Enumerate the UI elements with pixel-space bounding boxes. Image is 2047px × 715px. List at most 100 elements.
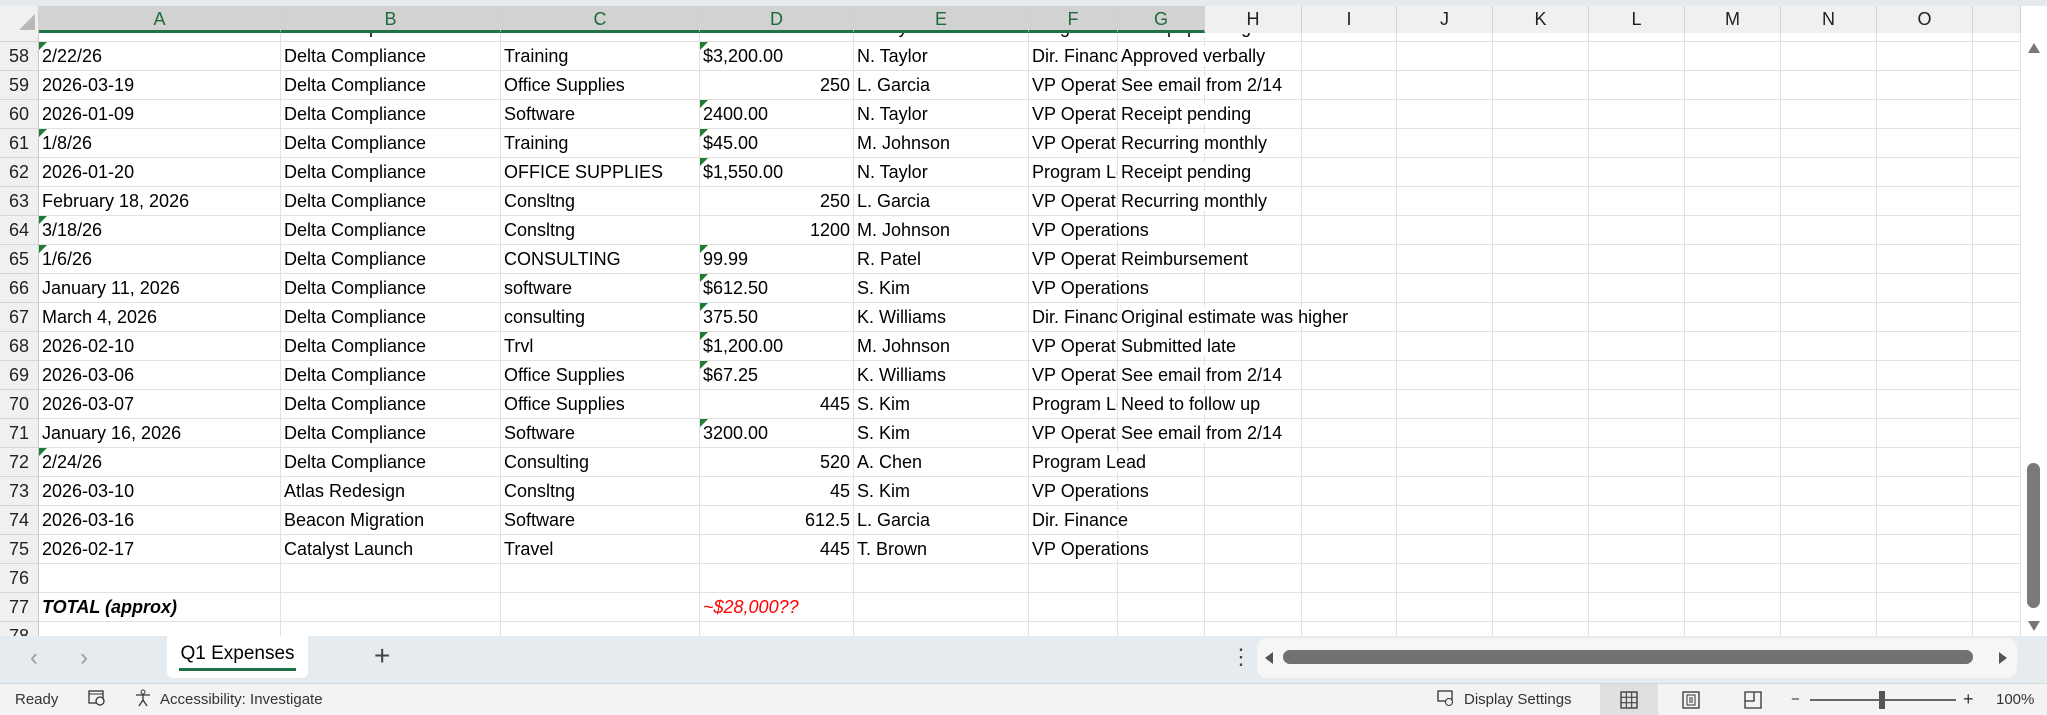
cell-e-74[interactable]: L. Garcia	[854, 506, 1029, 535]
cell-f-59[interactable]: VP Operations	[1029, 71, 1118, 100]
cell-c-78[interactable]	[501, 622, 700, 636]
row-header[interactable]: 77	[0, 593, 39, 622]
cell-i-73[interactable]	[1302, 477, 1397, 506]
cell-f-74[interactable]: Dir. Finance	[1029, 506, 1132, 535]
cell-i-63[interactable]	[1302, 187, 1397, 216]
cell-l-78[interactable]	[1589, 622, 1685, 636]
cell-o-65[interactable]	[1877, 245, 1973, 274]
cell-b-65[interactable]: Delta Compliance	[281, 245, 501, 274]
select-all-button[interactable]	[0, 6, 39, 33]
cell-l-68[interactable]	[1589, 332, 1685, 361]
cell-b-70[interactable]: Delta Compliance	[281, 390, 501, 419]
cell-k-62[interactable]	[1493, 158, 1589, 187]
cell-n-63[interactable]	[1781, 187, 1877, 216]
cell-a-64[interactable]: 3/18/26	[39, 216, 281, 245]
cell-g-69[interactable]: See email from 2/14	[1118, 361, 1286, 390]
scroll-right-arrow-icon[interactable]	[1999, 652, 2007, 664]
column-header-o[interactable]: O	[1877, 6, 1973, 33]
cell-f-61[interactable]: VP Operations	[1029, 129, 1118, 158]
cell-l-65[interactable]	[1589, 245, 1685, 274]
cell-c-62[interactable]: OFFICE SUPPLIES	[501, 158, 700, 187]
cell-j-61[interactable]	[1397, 129, 1493, 158]
cell-m-77[interactable]	[1685, 593, 1781, 622]
vertical-scrollbar[interactable]	[2021, 33, 2047, 636]
cell-f-64[interactable]: VP Operations	[1029, 216, 1152, 245]
cell-p-66[interactable]	[1973, 274, 2021, 303]
column-header-b[interactable]: B	[281, 6, 501, 33]
cell-b-59[interactable]: Delta Compliance	[281, 71, 501, 100]
cell-o-77[interactable]	[1877, 593, 1973, 622]
cell-g-70[interactable]: Need to follow up	[1118, 390, 1264, 419]
cell-i-69[interactable]	[1302, 361, 1397, 390]
row-header[interactable]: 78	[0, 622, 39, 636]
cell-l-77[interactable]	[1589, 593, 1685, 622]
column-header-p[interactable]	[1973, 6, 2021, 33]
cell-k-59[interactable]	[1493, 71, 1589, 100]
cell-c-76[interactable]	[501, 564, 700, 593]
cell-d-62[interactable]: $1,550.00	[700, 158, 854, 187]
cell-i-61[interactable]	[1302, 129, 1397, 158]
cell-h-78[interactable]	[1205, 622, 1302, 636]
cell-e-66[interactable]: S. Kim	[854, 274, 1029, 303]
cell-p-67[interactable]	[1973, 303, 2021, 332]
cell-l-75[interactable]	[1589, 535, 1685, 564]
cell-p-63[interactable]	[1973, 187, 2021, 216]
cell-b-58[interactable]: Delta Compliance	[281, 42, 501, 71]
cell-g-76[interactable]	[1118, 564, 1205, 593]
cell-e-71[interactable]: S. Kim	[854, 419, 1029, 448]
cell-n-66[interactable]	[1781, 274, 1877, 303]
cell-h-75[interactable]	[1205, 535, 1302, 564]
cell-b-68[interactable]: Delta Compliance	[281, 332, 501, 361]
cell-k-60[interactable]	[1493, 100, 1589, 129]
cell-f-63[interactable]: VP Operations	[1029, 187, 1118, 216]
row-header[interactable]: 76	[0, 564, 39, 593]
cell-b-62[interactable]: Delta Compliance	[281, 158, 501, 187]
cell-k-74[interactable]	[1493, 506, 1589, 535]
cell-j-77[interactable]	[1397, 593, 1493, 622]
cell-b-67[interactable]: Delta Compliance	[281, 303, 501, 332]
cell-l-62[interactable]	[1589, 158, 1685, 187]
cell-o-62[interactable]	[1877, 158, 1973, 187]
cell-f-76[interactable]	[1029, 564, 1118, 593]
cell-k-69[interactable]	[1493, 361, 1589, 390]
cell-c-66[interactable]: software	[501, 274, 700, 303]
cell-m-71[interactable]	[1685, 419, 1781, 448]
column-header-h[interactable]: H	[1205, 6, 1302, 33]
cell-n-73[interactable]	[1781, 477, 1877, 506]
cell-c-74[interactable]: Software	[501, 506, 700, 535]
cell-d-67[interactable]: 375.50	[700, 303, 854, 332]
cell-a-73[interactable]: 2026-03-10	[39, 477, 281, 506]
cell-a-63[interactable]: February 18, 2026	[39, 187, 281, 216]
cell-n-64[interactable]	[1781, 216, 1877, 245]
cell-e-76[interactable]	[854, 564, 1029, 593]
cell-l-69[interactable]	[1589, 361, 1685, 390]
cell-k-66[interactable]	[1493, 274, 1589, 303]
cell-c-72[interactable]: Consulting	[501, 448, 700, 477]
cell-j-58[interactable]	[1397, 42, 1493, 71]
cell-n-59[interactable]	[1781, 71, 1877, 100]
cell-h-72[interactable]	[1205, 448, 1302, 477]
cell-p-76[interactable]	[1973, 564, 2021, 593]
cell-e-58[interactable]: N. Taylor	[854, 42, 1029, 71]
cell-f-75[interactable]: VP Operations	[1029, 535, 1152, 564]
cell-p-65[interactable]	[1973, 245, 2021, 274]
cell-j-62[interactable]	[1397, 158, 1493, 187]
column-header-e[interactable]: E	[854, 6, 1029, 33]
cell-k-75[interactable]	[1493, 535, 1589, 564]
cell-m-74[interactable]	[1685, 506, 1781, 535]
cell-f-69[interactable]: VP Operations	[1029, 361, 1118, 390]
cell-d-76[interactable]	[700, 564, 854, 593]
cell-g-61[interactable]: Recurring monthly	[1118, 129, 1271, 158]
cell-g-58[interactable]: Approved verbally	[1118, 42, 1269, 71]
cell-p-72[interactable]	[1973, 448, 2021, 477]
cell-a-76[interactable]	[39, 564, 281, 593]
cell-c-75[interactable]: Travel	[501, 535, 700, 564]
cell-d-72[interactable]: 520	[700, 448, 854, 477]
cell-d-75[interactable]: 445	[700, 535, 854, 564]
cell-l-67[interactable]	[1589, 303, 1685, 332]
cell-j-57[interactable]	[1397, 33, 1493, 42]
row-header[interactable]: 60	[0, 100, 39, 129]
cell-m-58[interactable]	[1685, 42, 1781, 71]
cell-i-62[interactable]	[1302, 158, 1397, 187]
cell-g-67[interactable]: Original estimate was higher	[1118, 303, 1352, 332]
